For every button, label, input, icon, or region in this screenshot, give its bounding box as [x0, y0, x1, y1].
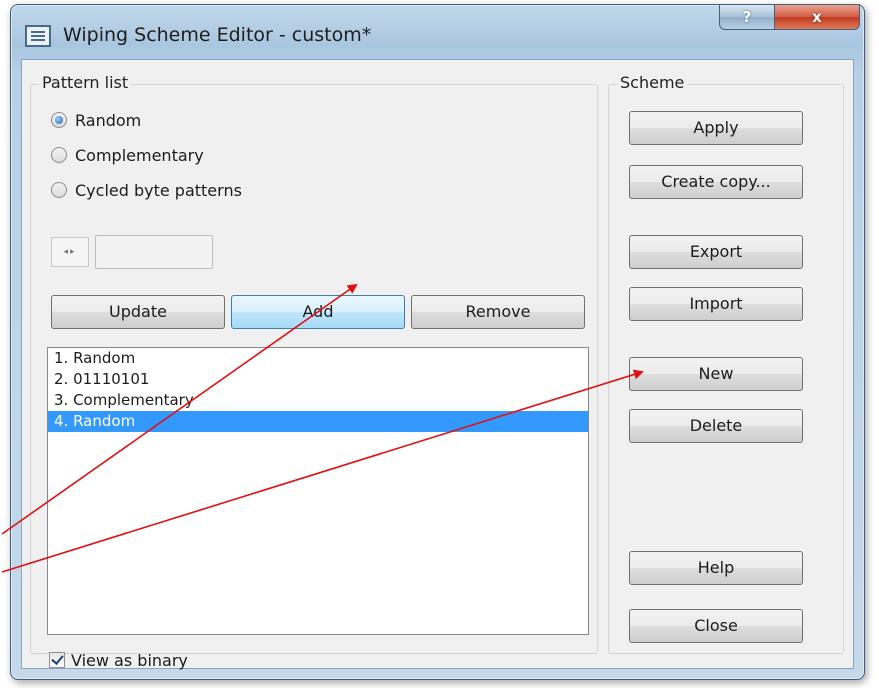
radio-random-label: Random	[75, 110, 142, 130]
radio-complementary-label: Complementary	[75, 145, 204, 165]
export-button[interactable]: Export	[629, 235, 803, 269]
app-icon	[25, 25, 51, 47]
window-title: Wiping Scheme Editor - custom*	[63, 24, 372, 46]
list-item[interactable]: 1. Random	[48, 348, 588, 369]
apply-button[interactable]: Apply	[629, 111, 803, 145]
radio-cycled-byte-patterns[interactable]: Cycled byte patterns	[51, 179, 242, 201]
scheme-label: Scheme	[617, 73, 688, 92]
radio-random[interactable]: Random	[51, 109, 141, 131]
update-button[interactable]: Update	[51, 295, 225, 329]
create-copy-button[interactable]: Create copy...	[629, 165, 803, 199]
help-title-button[interactable]: ?	[719, 4, 775, 30]
title-bar[interactable]: Wiping Scheme Editor - custom* ? x	[11, 4, 864, 59]
close-button[interactable]: Close	[629, 609, 803, 643]
radio-random-indicator[interactable]	[51, 112, 67, 128]
list-item[interactable]: 3. Complementary	[48, 390, 588, 411]
pattern-list-label: Pattern list	[39, 73, 132, 92]
remove-button[interactable]: Remove	[411, 295, 585, 329]
view-as-binary-label: View as binary	[71, 650, 188, 670]
close-title-button[interactable]: x	[774, 4, 860, 30]
radio-cycled-label: Cycled byte patterns	[75, 180, 242, 200]
byte-pattern-input[interactable]	[95, 235, 213, 269]
pattern-list-group: Pattern list Random Complementary Cycled…	[30, 73, 598, 670]
byte-pattern-spinner[interactable]: ◂▸	[51, 237, 89, 267]
radio-complementary[interactable]: Complementary	[51, 144, 204, 166]
dialog-client-area: Pattern list Random Complementary Cycled…	[21, 59, 854, 670]
import-button[interactable]: Import	[629, 287, 803, 321]
checkbox-checked-icon[interactable]	[49, 652, 65, 668]
view-as-binary-checkbox[interactable]: View as binary	[49, 649, 188, 671]
delete-button[interactable]: Delete	[629, 409, 803, 443]
list-item-selected[interactable]: 4. Random	[48, 411, 588, 432]
new-button[interactable]: New	[629, 357, 803, 391]
list-item[interactable]: 2. 01110101	[48, 369, 588, 390]
radio-cycled-indicator[interactable]	[51, 182, 67, 198]
add-button[interactable]: Add	[231, 295, 405, 329]
help-button[interactable]: Help	[629, 551, 803, 585]
scheme-group: Scheme Apply Create copy... Export Impor…	[608, 73, 844, 654]
radio-complementary-indicator[interactable]	[51, 147, 67, 163]
dialog-window: Wiping Scheme Editor - custom* ? x Patte…	[10, 4, 865, 680]
pattern-listbox[interactable]: 1. Random 2. 01110101 3. Complementary 4…	[47, 347, 589, 635]
